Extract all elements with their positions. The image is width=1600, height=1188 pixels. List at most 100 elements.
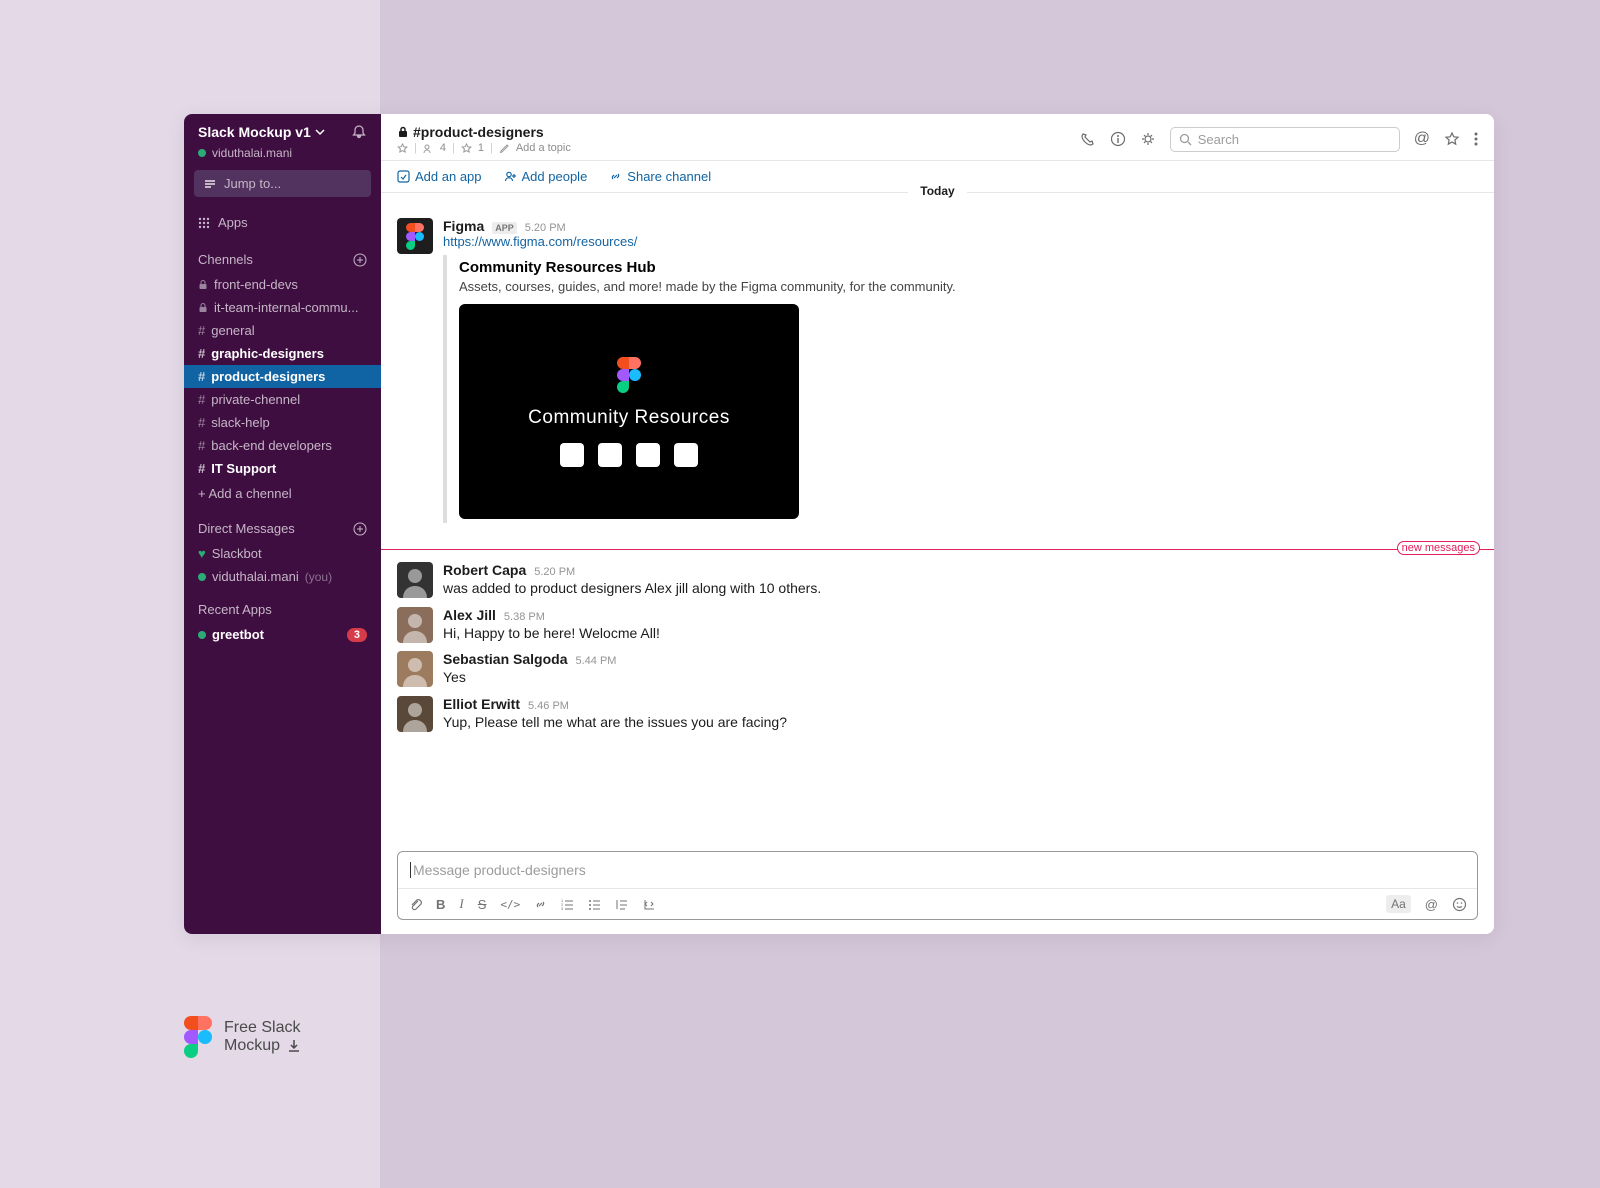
apps-label: Apps bbox=[218, 215, 248, 230]
channel-item-product-designers[interactable]: # product-designers bbox=[184, 365, 381, 388]
message-composer[interactable]: Message product-designers B I S </> 123 … bbox=[397, 851, 1478, 920]
message-author[interactable]: Sebastian Salgoda bbox=[443, 651, 567, 667]
chevron-down-icon bbox=[315, 127, 325, 137]
add-channel-link[interactable]: + Add a chennel bbox=[184, 480, 381, 507]
apps-grid-icon bbox=[198, 217, 210, 229]
dm-item-viduthalai-mani[interactable]: viduthalai.mani (you) bbox=[184, 565, 381, 588]
preview-tile-icon bbox=[674, 443, 698, 467]
current-user-name: viduthalai.mani bbox=[212, 146, 292, 160]
apps-link[interactable]: Apps bbox=[184, 207, 381, 238]
presence-online-icon bbox=[198, 149, 206, 157]
bullet-list-icon[interactable] bbox=[588, 898, 601, 911]
attachment-preview[interactable]: Community Resources bbox=[459, 304, 799, 519]
jump-to-input[interactable]: Jump to... bbox=[194, 170, 371, 197]
message-author[interactable]: Elliot Erwitt bbox=[443, 696, 520, 712]
codeblock-icon[interactable] bbox=[642, 898, 655, 911]
dm-name: Slackbot bbox=[212, 546, 262, 561]
new-messages-divider: new messages bbox=[381, 549, 1494, 550]
message-text: Hi, Happy to be here! Welocme All! bbox=[443, 624, 1478, 644]
avatar bbox=[397, 696, 433, 732]
channel-title[interactable]: #product-designers bbox=[397, 124, 571, 140]
channel-name: product-designers bbox=[211, 369, 325, 384]
avatar bbox=[397, 218, 433, 254]
recent-apps-title: Recent Apps bbox=[184, 588, 381, 623]
channel-item-back-end-developers[interactable]: #back-end developers bbox=[184, 434, 381, 457]
star-icon[interactable] bbox=[397, 143, 408, 154]
channel-name: IT Support bbox=[211, 461, 276, 476]
hash-icon: # bbox=[198, 415, 205, 430]
share-channel-link[interactable]: Share channel bbox=[609, 169, 711, 184]
avatar bbox=[397, 651, 433, 687]
message-author[interactable]: Alex Jill bbox=[443, 607, 496, 623]
pin-count: 1 bbox=[478, 142, 484, 154]
channel-name: it-team-internal-commu... bbox=[214, 300, 358, 315]
channel-item-general[interactable]: #general bbox=[184, 319, 381, 342]
dm-section-title: Direct Messages bbox=[184, 507, 381, 542]
message-list: FigmaAPP5.20 PMhttps://www.figma.com/res… bbox=[381, 206, 1494, 843]
info-icon[interactable] bbox=[1110, 131, 1126, 147]
pin-icon[interactable] bbox=[461, 143, 472, 154]
code-icon[interactable]: </> bbox=[500, 898, 520, 911]
channel-header: #product-designers | 4 | 1 | Add a topic bbox=[381, 114, 1494, 161]
workspace-header[interactable]: Slack Mockup v1 bbox=[184, 114, 381, 146]
attrib-line2: Mockup bbox=[224, 1037, 280, 1055]
date-divider: Today bbox=[381, 192, 1494, 206]
text-cursor bbox=[410, 862, 411, 878]
channel-item-it-team-internal-commu-[interactable]: it-team-internal-commu... bbox=[184, 296, 381, 319]
members-icon[interactable] bbox=[423, 143, 434, 154]
mention-btn[interactable]: @ bbox=[1425, 897, 1438, 912]
channel-item-graphic-designers[interactable]: #graphic-designers bbox=[184, 342, 381, 365]
search-input[interactable]: Search bbox=[1170, 127, 1400, 152]
message-row: Sebastian Salgoda5.44 PMYes bbox=[381, 647, 1494, 692]
star-outline-icon[interactable] bbox=[1444, 131, 1460, 147]
message-text: was added to product designers Alex jill… bbox=[443, 579, 1478, 599]
channel-item-slack-help[interactable]: #slack-help bbox=[184, 411, 381, 434]
add-app-link[interactable]: Add an app bbox=[397, 169, 482, 184]
message-time: 5.20 PM bbox=[534, 566, 575, 578]
message-author[interactable]: Figma bbox=[443, 218, 484, 234]
add-people-link[interactable]: Add people bbox=[504, 169, 588, 184]
add-dm-icon[interactable] bbox=[353, 522, 367, 536]
call-icon[interactable] bbox=[1080, 131, 1096, 147]
dm-list: ♥Slackbotviduthalai.mani (you) bbox=[184, 542, 381, 588]
ordered-list-icon[interactable]: 123 bbox=[561, 898, 574, 911]
message-author[interactable]: Robert Capa bbox=[443, 562, 526, 578]
attribution: Free Slack Mockup bbox=[184, 1016, 302, 1058]
you-suffix: (you) bbox=[305, 570, 332, 584]
bell-icon[interactable] bbox=[351, 124, 367, 140]
gear-icon[interactable] bbox=[1140, 131, 1156, 147]
channel-item-front-end-devs[interactable]: front-end-devs bbox=[184, 273, 381, 296]
italic-icon[interactable]: I bbox=[459, 896, 463, 912]
current-user[interactable]: viduthalai.mani bbox=[184, 146, 381, 170]
hash-icon: # bbox=[198, 323, 205, 338]
dm-item-Slackbot[interactable]: ♥Slackbot bbox=[184, 542, 381, 565]
avatar bbox=[397, 562, 433, 598]
emoji-icon[interactable] bbox=[1452, 897, 1467, 912]
compose-input[interactable]: Message product-designers bbox=[398, 852, 1477, 889]
message-attachment[interactable]: Community Resources HubAssets, courses, … bbox=[443, 255, 1478, 523]
bold-icon[interactable]: B bbox=[436, 897, 445, 912]
mention-icon[interactable]: @ bbox=[1414, 130, 1430, 148]
recent-app-greetbot[interactable]: greetbot3 bbox=[184, 623, 381, 646]
hash-icon: # bbox=[198, 461, 205, 476]
linkfmt-icon[interactable] bbox=[534, 898, 547, 911]
add-topic-link[interactable]: Add a topic bbox=[516, 142, 571, 154]
message-row: FigmaAPP5.20 PMhttps://www.figma.com/res… bbox=[381, 214, 1494, 527]
hash-icon: # bbox=[198, 369, 205, 384]
message-time: 5.44 PM bbox=[575, 655, 616, 667]
channel-item-private-chennel[interactable]: #private-chennel bbox=[184, 388, 381, 411]
add-channel-icon[interactable] bbox=[353, 253, 367, 267]
preview-tile-icon bbox=[598, 443, 622, 467]
attach-icon[interactable] bbox=[408, 897, 422, 911]
download-icon[interactable] bbox=[286, 1038, 302, 1054]
message-row: Robert Capa 5.20 PMwas added to product d… bbox=[381, 558, 1494, 603]
strike-icon[interactable]: S bbox=[478, 897, 487, 912]
quote-icon[interactable] bbox=[615, 898, 628, 911]
attrib-line1: Free Slack bbox=[224, 1019, 302, 1037]
format-toggle[interactable]: Aa bbox=[1386, 895, 1411, 913]
sidebar: Slack Mockup v1 viduthalai.mani Jump to.… bbox=[184, 114, 381, 934]
channel-item-IT-Support[interactable]: # IT Support bbox=[184, 457, 381, 480]
message-link[interactable]: https://www.figma.com/resources/ bbox=[443, 234, 1478, 249]
more-icon[interactable] bbox=[1474, 131, 1478, 147]
recent-apps-list: greetbot3 bbox=[184, 623, 381, 646]
